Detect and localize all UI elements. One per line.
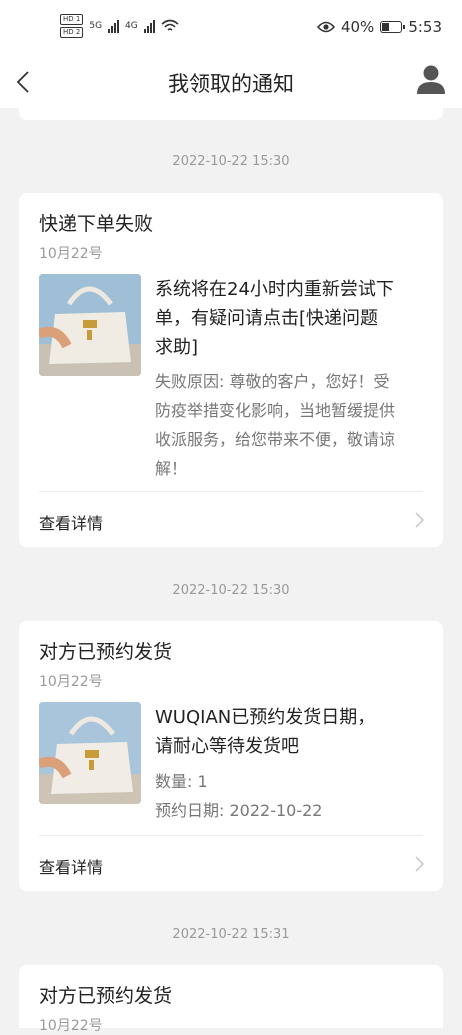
- notification-timestamp: 2022-10-22 15:31: [172, 927, 290, 942]
- signal-icon-2: [143, 19, 155, 33]
- battery-fill: [382, 23, 390, 31]
- network-5g-label: 5G: [89, 21, 103, 31]
- divider: [39, 491, 423, 492]
- battery-icon: [380, 21, 406, 33]
- message-line: WUQIAN已预约发货日期，: [155, 707, 376, 728]
- notification-title: 对方已预约发货: [39, 641, 173, 663]
- handbag-image: [39, 702, 141, 804]
- eye-icon: [316, 21, 335, 33]
- detail-line: 数量: 1: [155, 772, 208, 791]
- status-right: 40% 5:53: [316, 18, 442, 36]
- product-thumbnail: [39, 274, 141, 376]
- notification-card[interactable]: 对方已预约发货 10月22号 WUQIAN已预约发货日期， 请耐心等待发货吧 数…: [19, 621, 443, 891]
- view-details-link[interactable]: 查看详情: [39, 854, 103, 878]
- wifi-icon: [161, 19, 179, 31]
- clock: 5:53: [408, 18, 442, 36]
- message-line: 系统将在24小时内重新尝试下: [155, 279, 394, 300]
- divider: [39, 835, 423, 836]
- detail-line: 解！: [155, 459, 188, 478]
- notification-message: 系统将在24小时内重新尝试下 单，有疑问请点击[快递问题 求助]: [155, 275, 425, 362]
- hd-badge-1: HD 1: [60, 14, 84, 25]
- notification-details: 失败原因: 尊敬的客户，您好！受 防疫举措变化影响，当地暂缓提供 收派服务，给您…: [155, 367, 425, 483]
- notification-timestamp: 2022-10-22 15:30: [172, 583, 290, 598]
- signal-icon: [108, 19, 120, 33]
- message-line: 请耐心等待发货吧: [155, 736, 299, 757]
- notification-title: 对方已预约发货: [39, 985, 173, 1007]
- message-line: 求助]: [155, 337, 199, 358]
- product-thumbnail: [39, 702, 141, 804]
- chevron-right-icon: [415, 512, 425, 528]
- handbag-image: [39, 274, 141, 376]
- notification-title: 快递下单失败: [39, 213, 154, 235]
- detail-line: 收派服务，给您带来不便，敬请谅: [155, 430, 396, 449]
- detail-line: 预约日期: 2022-10-22: [155, 801, 323, 820]
- message-line: 单，有疑问请点击[快递问题: [155, 308, 379, 329]
- hd-badge-2: HD 2: [60, 27, 84, 38]
- page-title: 我领取的通知: [168, 72, 294, 96]
- chevron-right-icon: [415, 856, 425, 872]
- notification-details: 数量: 1 预约日期: 2022-10-22: [155, 767, 425, 825]
- notification-date: 10月22号: [39, 674, 103, 690]
- detail-line: 防疫举措变化影响，当地暂缓提供: [155, 401, 396, 420]
- view-details-link[interactable]: 查看详情: [39, 510, 103, 534]
- battery-percent: 40%: [340, 18, 375, 36]
- previous-card-bottom: [19, 100, 443, 120]
- status-left: HD 1 HD 2 5G 4G: [60, 14, 179, 38]
- detail-line: 失败原因: 尊敬的客户，您好！受: [155, 372, 390, 391]
- notification-message: WUQIAN已预约发货日期， 请耐心等待发货吧: [155, 703, 425, 761]
- notification-card[interactable]: 对方已预约发货 10月22号: [19, 965, 443, 1034]
- status-bar: HD 1 HD 2 5G 4G 40% 5:53: [0, 0, 462, 56]
- user-profile-icon[interactable]: [414, 62, 448, 96]
- notification-date: 10月22号: [39, 1018, 103, 1034]
- notification-date: 10月22号: [39, 246, 103, 262]
- notification-timestamp: 2022-10-22 15:30: [172, 154, 290, 169]
- network-4g-label: 4G: [125, 21, 138, 31]
- notification-card[interactable]: 快递下单失败 10月22号 系统将在24小时内重新尝试下 单，有疑问请点击[快递…: [19, 193, 443, 547]
